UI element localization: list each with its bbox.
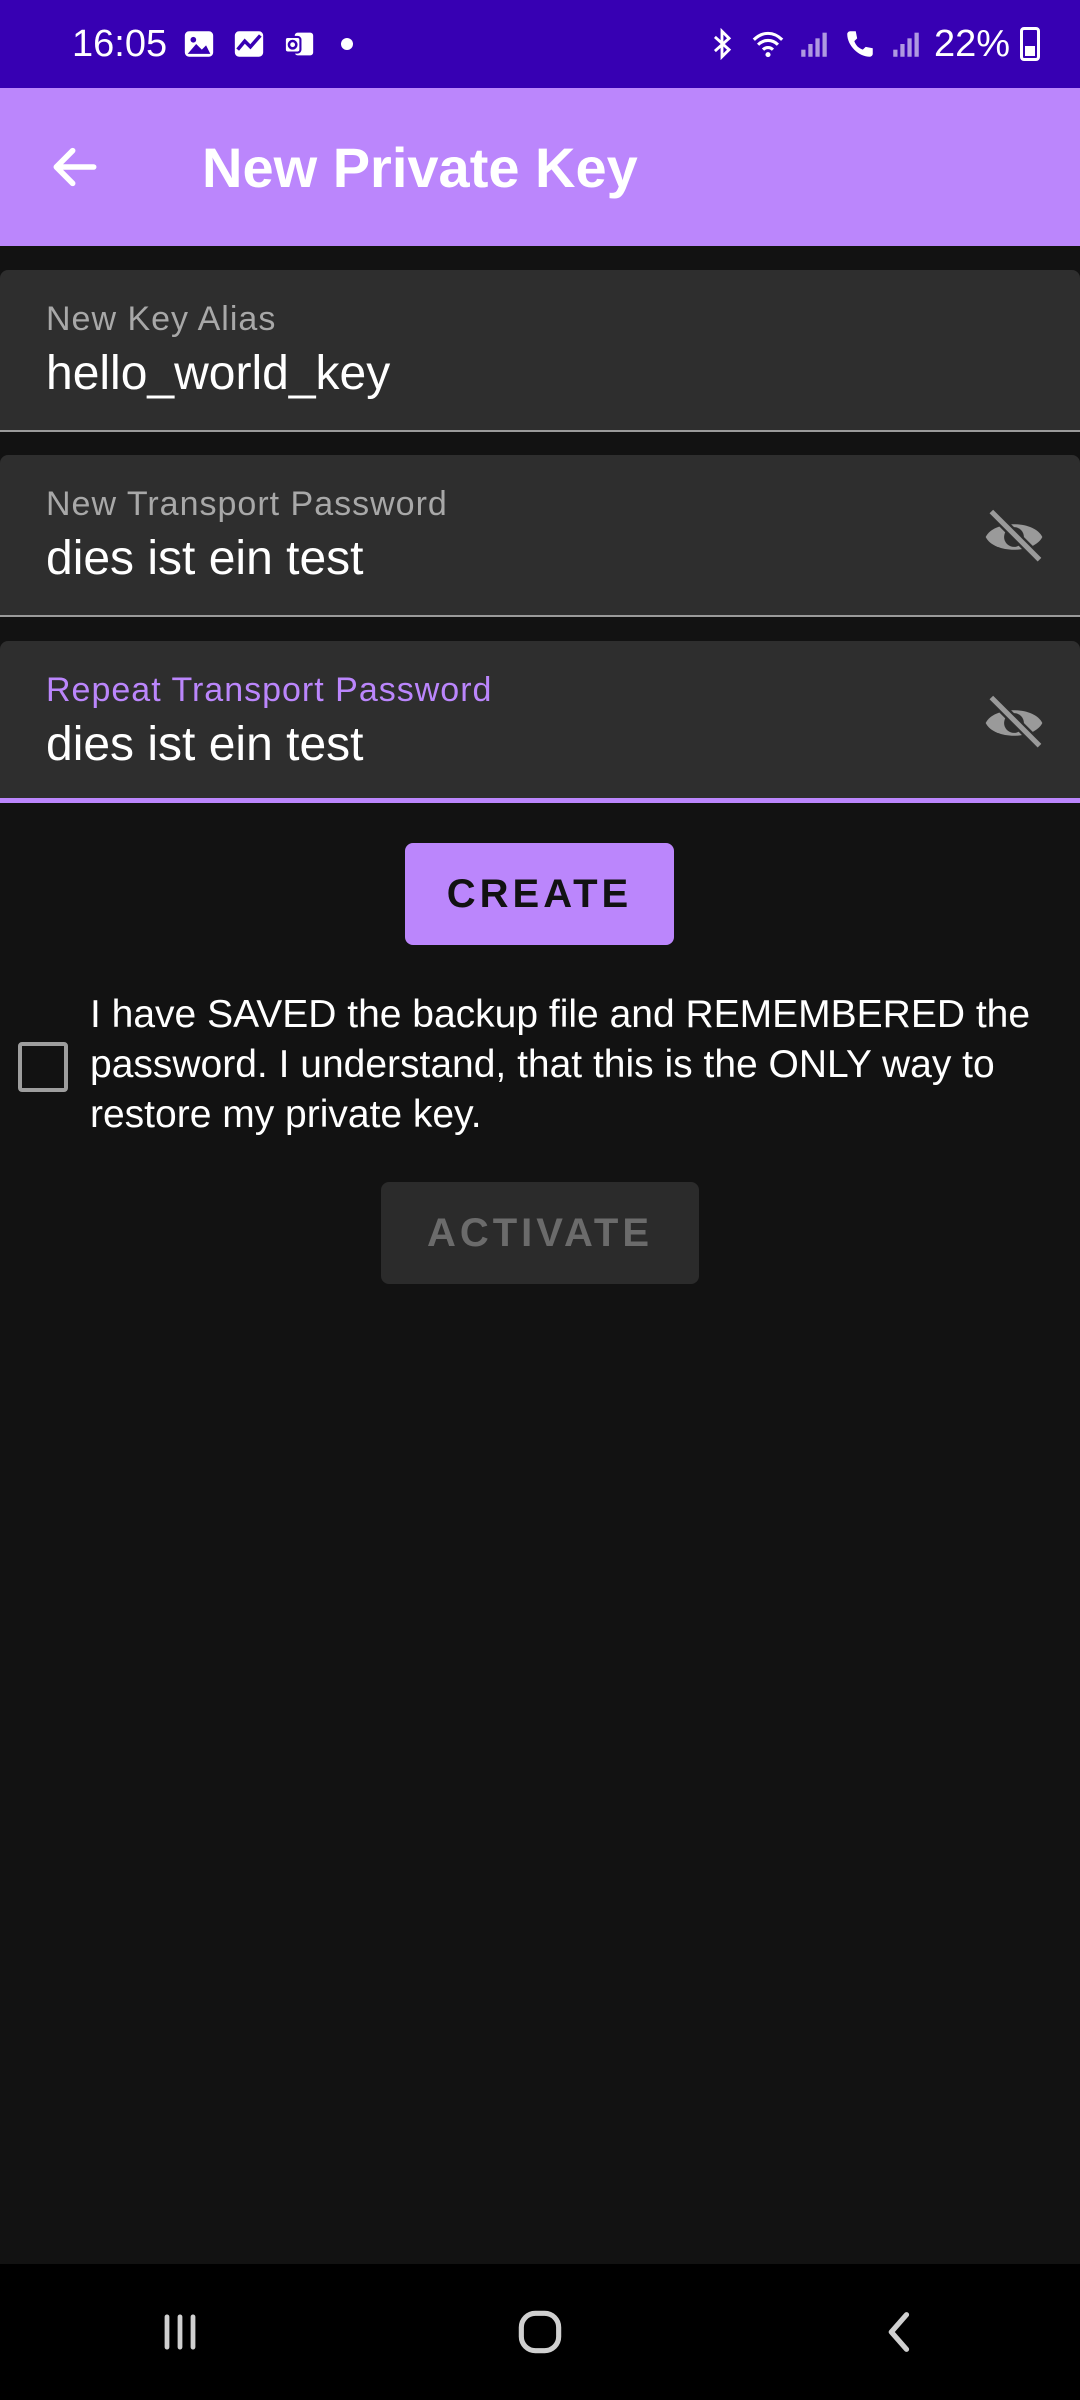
- notification-dot: [341, 38, 354, 50]
- key-alias-field[interactable]: New Key Alias hello_world_key: [0, 270, 1080, 432]
- battery-percent: 22%: [933, 22, 1010, 65]
- system-nav-bar: [0, 2264, 1080, 2400]
- consent-row: I have SAVED the backup file and REMEMBE…: [18, 990, 1058, 1140]
- eye-off-icon: [985, 693, 1044, 750]
- bluetooth-icon: [713, 27, 732, 61]
- toggle-repeat-password-visibility-button[interactable]: [978, 687, 1050, 759]
- create-button[interactable]: CREATE: [405, 843, 674, 945]
- consent-text: I have SAVED the backup file and REMEMBE…: [90, 993, 1031, 1136]
- activate-button[interactable]: ACTIVATE: [381, 1182, 699, 1284]
- home-icon: [518, 2310, 562, 2354]
- repeat-password-label: Repeat Transport Password: [46, 671, 493, 709]
- app-bar: New Private Key: [0, 88, 1080, 246]
- outlook-icon: [283, 32, 314, 56]
- recents-icon: [164, 2314, 196, 2350]
- back-button[interactable]: [0, 88, 150, 246]
- key-alias-input[interactable]: hello_world_key: [46, 346, 390, 401]
- battery-icon: [1020, 27, 1040, 61]
- page-title: New Private Key: [202, 135, 638, 199]
- consent-checkbox[interactable]: [18, 1042, 68, 1092]
- back-icon: [888, 2312, 910, 2352]
- status-right: 22%: [704, 23, 1040, 66]
- key-alias-label: New Key Alias: [46, 300, 277, 338]
- toggle-password-visibility-button[interactable]: [978, 501, 1050, 573]
- repeat-password-field[interactable]: Repeat Transport Password dies ist ein t…: [0, 641, 1080, 803]
- home-button[interactable]: [480, 2282, 600, 2382]
- signal-icon: [893, 32, 919, 57]
- call-icon: [847, 31, 873, 57]
- repeat-password-input[interactable]: dies ist ein test: [46, 717, 363, 772]
- status-time: 16:05: [72, 22, 168, 65]
- wifi-icon: [752, 31, 784, 58]
- transport-password-label: New Transport Password: [46, 485, 448, 523]
- back-nav-button[interactable]: [840, 2282, 960, 2382]
- transport-password-input[interactable]: dies ist ein test: [46, 531, 363, 586]
- transport-password-field[interactable]: New Transport Password dies ist ein test: [0, 455, 1080, 617]
- gallery-icon: [184, 31, 214, 57]
- recents-button[interactable]: [120, 2282, 240, 2382]
- status-bar: 16:05 22%: [0, 0, 1080, 88]
- status-left: 16:05: [72, 22, 354, 66]
- eye-off-icon: [985, 507, 1044, 564]
- chart-icon: [234, 31, 264, 57]
- arrow-left-icon: [53, 147, 97, 187]
- signal-icon: [801, 32, 827, 57]
